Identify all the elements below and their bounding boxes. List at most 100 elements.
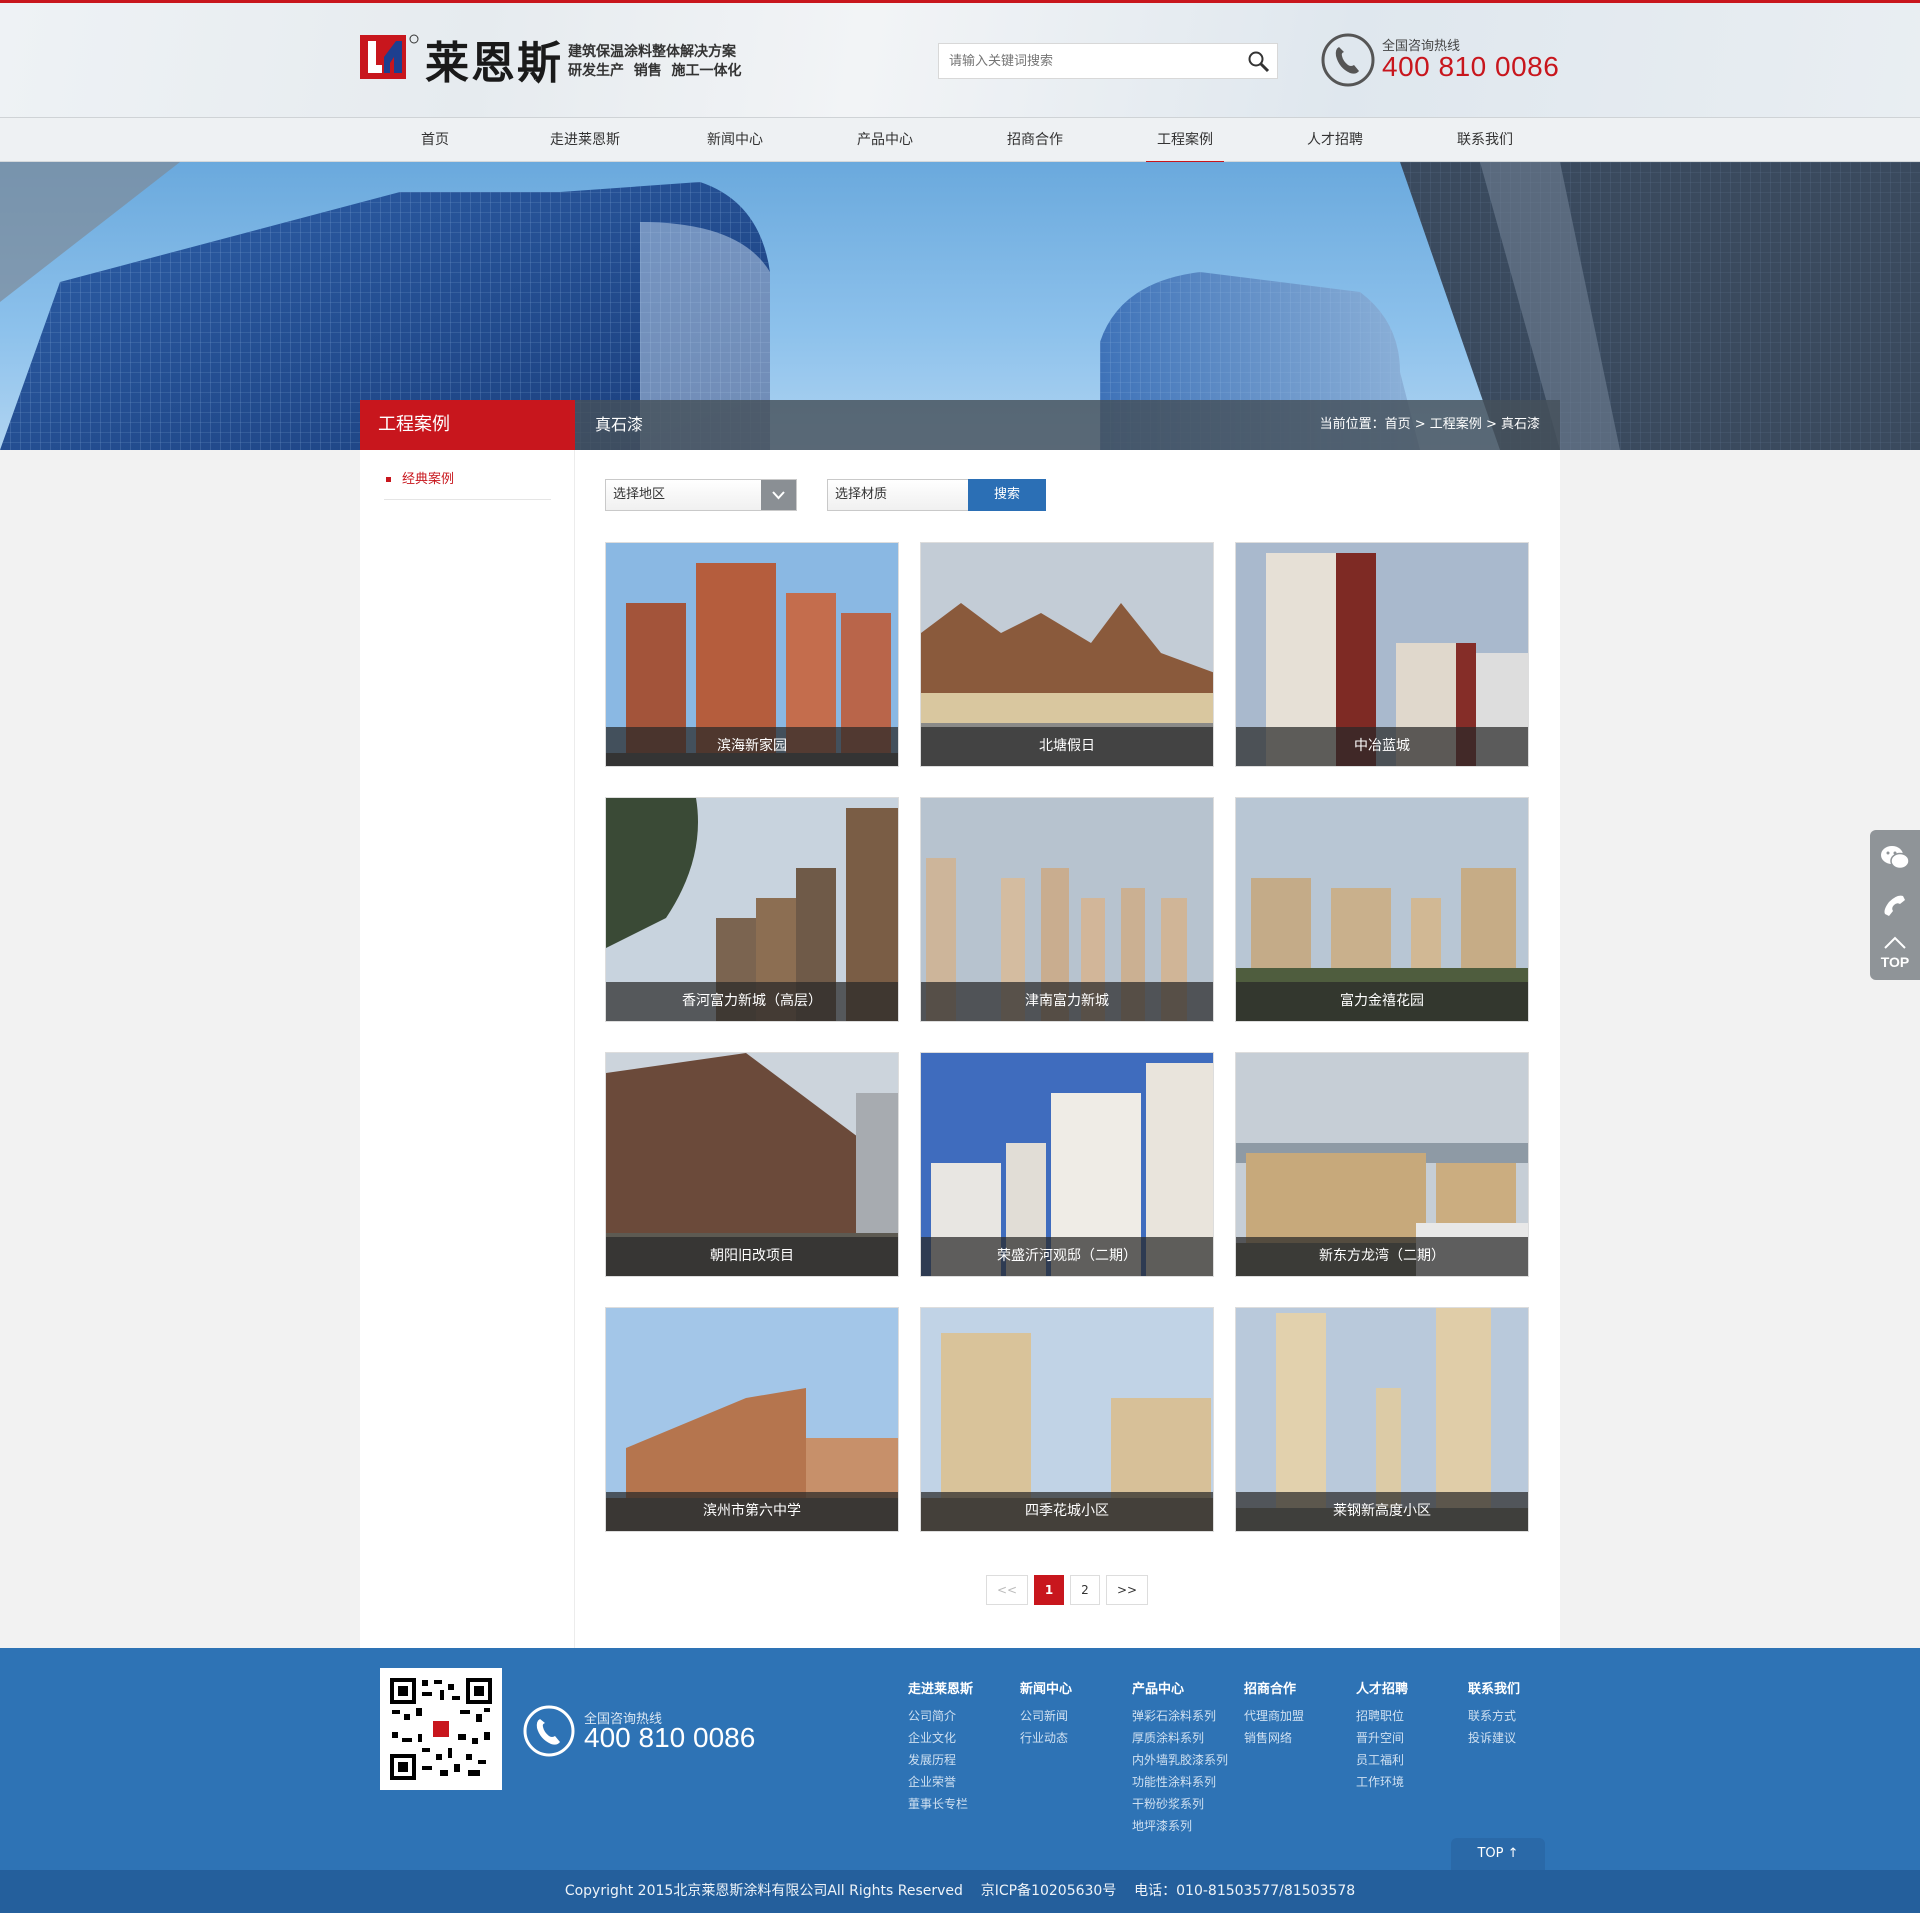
case-card[interactable]: 荣盛沂河观邸（二期） <box>920 1052 1214 1277</box>
footer-link[interactable]: 弹彩石涂料系列 <box>1132 1705 1244 1727</box>
back-to-top-label[interactable]: TOP <box>1870 954 1920 970</box>
section-bar: 真石漆 当前位置： 首页 > 工程案例 > 真石漆 <box>575 400 1560 450</box>
qr-code <box>380 1668 502 1790</box>
footer-column-news: 新闻中心 公司新闻 行业动态 <box>1020 1678 1132 1837</box>
phone-icon[interactable] <box>1879 890 1911 922</box>
case-card[interactable]: 莱钢新高度小区 <box>1235 1307 1529 1532</box>
footer-link[interactable]: 企业文化 <box>908 1727 1020 1749</box>
footer-link[interactable]: 董事长专栏 <box>908 1793 1020 1815</box>
case-card[interactable]: 津南富力新城 <box>920 797 1214 1022</box>
case-title: 滨海新家园 <box>606 727 898 766</box>
pagination: << 1 2 >> <box>986 1575 1148 1605</box>
floating-toolbar: TOP <box>1870 830 1920 980</box>
footer-top-button[interactable]: TOP ↑ <box>1451 1838 1545 1870</box>
breadcrumb: 当前位置： 首页 > 工程案例 > 真石漆 <box>1320 400 1540 450</box>
footer-column-investment: 招商合作 代理商加盟 销售网络 <box>1244 1678 1356 1837</box>
case-card[interactable]: 中冶蓝城 <box>1235 542 1529 767</box>
footer-link[interactable]: 厚质涂料系列 <box>1132 1727 1244 1749</box>
footer-column-about: 走进莱恩斯 公司简介 企业文化 发展历程 企业荣誉 董事长专栏 <box>908 1678 1020 1837</box>
header: 莱恩斯 建筑保温涂料整体解决方案 研发生产 销售 施工一体化 全国咨询热线 40… <box>0 3 1920 117</box>
nav-item-home[interactable]: 首页 <box>360 118 510 162</box>
footer-link[interactable]: 功能性涂料系列 <box>1132 1771 1244 1793</box>
nav-item-careers[interactable]: 人才招聘 <box>1260 118 1410 162</box>
footer-column-title[interactable]: 走进莱恩斯 <box>908 1678 1020 1697</box>
footer-link[interactable]: 招聘职位 <box>1356 1705 1468 1727</box>
case-title: 朝阳旧改项目 <box>606 1237 898 1276</box>
case-card[interactable]: 朝阳旧改项目 <box>605 1052 899 1277</box>
case-title: 莱钢新高度小区 <box>1236 1492 1528 1531</box>
breadcrumb-prefix: 当前位置： <box>1319 417 1385 432</box>
region-select[interactable]: 选择地区 <box>605 479 797 511</box>
footer-link[interactable]: 代理商加盟 <box>1244 1705 1356 1727</box>
footer-column-title[interactable]: 联系我们 <box>1468 1678 1580 1697</box>
case-card[interactable]: 香河富力新城（高层） <box>605 797 899 1022</box>
sidebar-item-label: 经典案例 <box>402 472 455 487</box>
nav-list: 首页 走进莱恩斯 新闻中心 产品中心 招商合作 工程案例 人才招聘 联系我们 <box>360 118 1560 164</box>
nav-item-news[interactable]: 新闻中心 <box>660 118 810 162</box>
footer-column-title[interactable]: 招商合作 <box>1244 1678 1356 1697</box>
region-select-value: 选择地区 <box>613 487 666 502</box>
case-card[interactable]: 滨州市第六中学 <box>605 1307 899 1532</box>
footer-column-title[interactable]: 新闻中心 <box>1020 1678 1132 1697</box>
footer-link[interactable]: 员工福利 <box>1356 1749 1468 1771</box>
search-input[interactable] <box>939 44 1234 78</box>
nav-item-products[interactable]: 产品中心 <box>810 118 960 162</box>
case-title: 新东方龙湾（二期） <box>1236 1237 1528 1276</box>
current-category: 真石漆 <box>595 415 644 434</box>
case-title: 四季花城小区 <box>921 1492 1213 1531</box>
arrow-up-icon[interactable] <box>1879 934 1911 952</box>
case-card[interactable]: 北塘假日 <box>920 542 1214 767</box>
breadcrumb-home[interactable]: 首页 <box>1385 400 1411 450</box>
copyright-bar: Copyright 2015北京莱恩斯涂料有限公司All Rights Rese… <box>0 1870 1920 1913</box>
breadcrumb-cases[interactable]: 工程案例 <box>1430 400 1482 450</box>
footer-link[interactable]: 内外墙乳胶漆系列 <box>1132 1749 1244 1771</box>
footer-link[interactable]: 公司新闻 <box>1020 1705 1132 1727</box>
case-title: 津南富力新城 <box>921 982 1213 1021</box>
next-page-button[interactable]: >> <box>1106 1575 1148 1605</box>
phone-icon <box>1321 33 1375 87</box>
case-card[interactable]: 富力金禧花园 <box>1235 797 1529 1022</box>
footer-link[interactable]: 地坪漆系列 <box>1132 1815 1244 1837</box>
footer-phone: 电话：010-81503577/81503578 <box>1134 1883 1356 1899</box>
breadcrumb-current: 真石漆 <box>1500 417 1540 432</box>
footer-column-products: 产品中心 弹彩石涂料系列 厚质涂料系列 内外墙乳胶漆系列 功能性涂料系列 干粉砂… <box>1132 1678 1244 1837</box>
nav-item-cases[interactable]: 工程案例 <box>1110 118 1260 164</box>
page-1-button[interactable]: 1 <box>1034 1575 1064 1605</box>
footer-link[interactable]: 晋升空间 <box>1356 1727 1468 1749</box>
footer-link[interactable]: 工作环境 <box>1356 1771 1468 1793</box>
nav-item-investment[interactable]: 招商合作 <box>960 118 1110 162</box>
footer-link[interactable]: 发展历程 <box>908 1749 1020 1771</box>
wechat-icon[interactable] <box>1879 842 1911 874</box>
footer-link[interactable]: 行业动态 <box>1020 1727 1132 1749</box>
prev-page-button[interactable]: << <box>986 1575 1028 1605</box>
case-card[interactable]: 四季花城小区 <box>920 1307 1214 1532</box>
sidebar-item-classic-cases[interactable]: 经典案例 <box>384 460 551 500</box>
slogan-line-2: 研发生产 销售 施工一体化 <box>568 63 742 79</box>
brand-name: 莱恩斯 <box>425 38 563 89</box>
case-card[interactable]: 新东方龙湾（二期） <box>1235 1052 1529 1277</box>
footer-link[interactable]: 干粉砂浆系列 <box>1132 1793 1244 1815</box>
footer-column-title[interactable]: 人才招聘 <box>1356 1678 1468 1697</box>
filter-search-button[interactable]: 搜索 <box>968 479 1046 511</box>
footer-link[interactable]: 联系方式 <box>1468 1705 1580 1727</box>
material-select-value: 选择材质 <box>835 487 888 502</box>
footer-link[interactable]: 公司简介 <box>908 1705 1020 1727</box>
nav-item-contact[interactable]: 联系我们 <box>1410 118 1560 162</box>
page-2-button[interactable]: 2 <box>1070 1575 1100 1605</box>
footer-link[interactable]: 企业荣誉 <box>908 1771 1020 1793</box>
logo-icon[interactable] <box>360 33 420 81</box>
search-icon[interactable] <box>1247 50 1271 74</box>
footer-link[interactable]: 销售网络 <box>1244 1727 1356 1749</box>
icp-number[interactable]: 京ICP备10205630号 <box>981 1883 1117 1899</box>
case-title: 中冶蓝城 <box>1236 727 1528 766</box>
breadcrumb-sep: > <box>1481 417 1501 432</box>
qr-code-icon <box>388 1676 494 1782</box>
footer-column-title[interactable]: 产品中心 <box>1132 1678 1244 1697</box>
slogan-line-1: 建筑保温涂料整体解决方案 <box>568 44 736 60</box>
content-wrapper: 经典案例 选择地区 选择材质 搜索 滨海新家园 北塘假日 中冶蓝城 香河富力新城… <box>360 450 1560 1648</box>
case-title: 富力金禧花园 <box>1236 982 1528 1021</box>
footer-link[interactable]: 投诉建议 <box>1468 1727 1580 1749</box>
footer-hotline-number: 400 810 0086 <box>584 1722 756 1753</box>
nav-item-about[interactable]: 走进莱恩斯 <box>510 118 660 162</box>
case-card[interactable]: 滨海新家园 <box>605 542 899 767</box>
